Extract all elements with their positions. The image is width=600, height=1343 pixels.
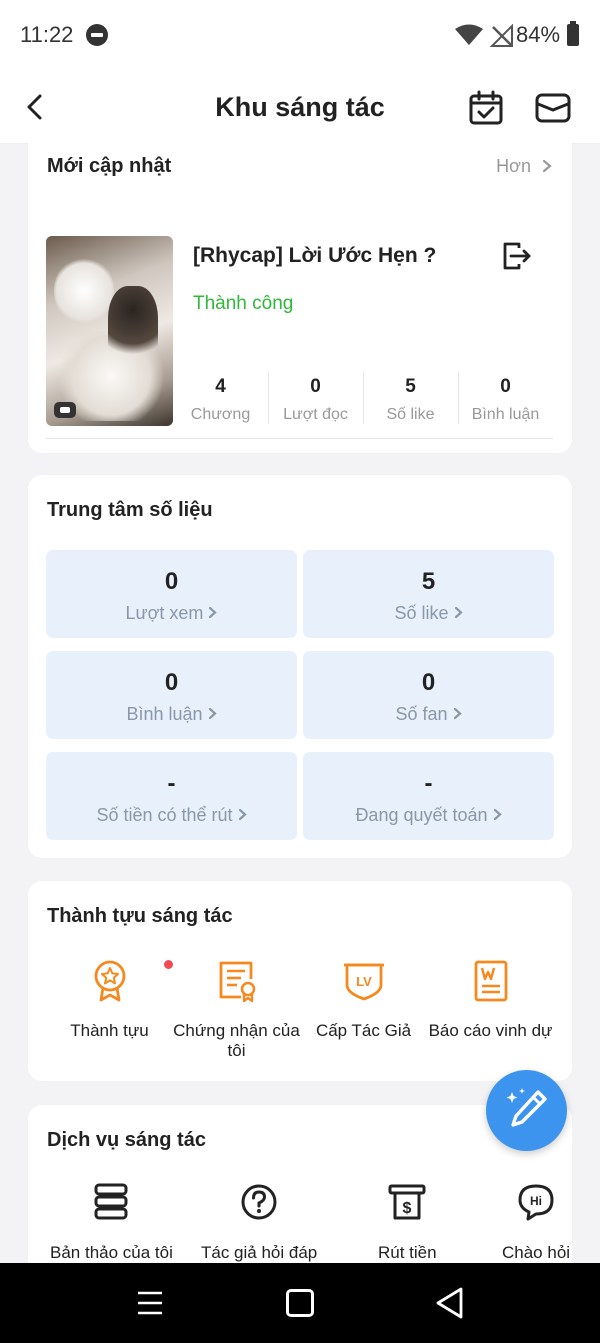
recent-updates-title: Mới cập nhật [47, 155, 172, 177]
chevron-right-icon [493, 808, 502, 821]
metric-value: - [167, 770, 176, 797]
no-signal-icon [490, 24, 513, 47]
divider [46, 438, 553, 439]
achievement-label: Cấp Tác Giả [315, 1021, 412, 1040]
exit-icon[interactable] [500, 240, 532, 272]
pen-sparkle-icon [506, 1088, 547, 1127]
more-link[interactable]: Hơn [496, 156, 552, 177]
service-label: Bản thảo của tôi [50, 1243, 173, 1262]
stat-chapters: 4 Chương [173, 370, 268, 428]
metric-label: Bình luận [126, 704, 203, 724]
mail-icon[interactable] [535, 92, 571, 124]
stat-value: 0 [310, 376, 321, 397]
chevron-right-icon [454, 606, 463, 619]
service-label: Chào hỏi [502, 1243, 571, 1262]
honor-report-icon [474, 960, 507, 1002]
chevron-right-icon [453, 707, 462, 720]
certificate-icon [219, 961, 255, 1003]
chevron-right-icon [238, 808, 247, 821]
compose-button[interactable] [486, 1070, 567, 1151]
achievement-item-level[interactable]: LV Cấp Tác Giả [300, 959, 427, 1041]
stat-reads: 0 Lượt đọc [268, 370, 363, 428]
service-label: Rút tiền [378, 1243, 437, 1262]
metric-value: 0 [164, 669, 179, 696]
system-nav-bar [0, 1263, 600, 1343]
do-not-disturb-icon [86, 24, 108, 46]
stat-label: Lượt đọc [283, 406, 348, 423]
service-item-withdraw[interactable]: $ Rút tiền [378, 1183, 437, 1263]
medal-icon [94, 960, 125, 1002]
stat-value: 4 [215, 376, 226, 397]
svg-text:LV: LV [356, 974, 372, 989]
metric-label: Số tiền có thể rút [96, 805, 233, 825]
metric-label: Số fan [395, 704, 448, 724]
chevron-right-icon [209, 606, 218, 619]
comment-badge-icon [54, 402, 76, 418]
battery-percent: 84% [516, 22, 561, 47]
book-cover[interactable] [46, 236, 173, 426]
stat-label: Bình luận [471, 406, 540, 423]
achievements-card: Thành tựu sáng tác Thành tựu Chứng nhận … [28, 881, 572, 1081]
page-title: Khu sáng tác [215, 92, 385, 122]
stat-label: Số like [386, 406, 435, 423]
home-icon[interactable] [286, 1289, 314, 1317]
metric-comments[interactable]: 0 Bình luận [46, 651, 297, 739]
notification-dot [164, 960, 173, 969]
metric-settling[interactable]: - Đang quyết toán [303, 752, 554, 840]
wifi-icon [455, 24, 483, 45]
question-icon [241, 1184, 277, 1220]
stat-value: 0 [500, 376, 511, 397]
stat-label: Chương [190, 406, 251, 423]
more-label: Hơn [496, 156, 531, 176]
metric-value: 0 [164, 568, 179, 595]
achievement-label: Báo cáo vinh dự [428, 1021, 553, 1040]
metric-label: Số like [394, 603, 449, 623]
metric-withdrawable[interactable]: - Số tiền có thể rút [46, 752, 297, 840]
status-bar: 11:22 84% [0, 0, 600, 70]
service-item-drafts[interactable]: Bản thảo của tôi [50, 1183, 173, 1263]
data-center-title: Trung tâm số liệu [47, 499, 213, 521]
svg-text:$: $ [403, 1200, 412, 1217]
achievements-title: Thành tựu sáng tác [47, 905, 233, 927]
drafts-icon [94, 1183, 128, 1220]
metric-likes[interactable]: 5 Số like [303, 550, 554, 638]
metric-label: Đang quyết toán [355, 805, 488, 825]
stat-likes: 5 Số like [363, 370, 458, 428]
metric-value: 0 [421, 669, 436, 696]
service-item-faq[interactable]: Tác giả hỏi đáp [201, 1183, 317, 1263]
metric-views[interactable]: 0 Lượt xem [46, 550, 297, 638]
recent-updates-card: Mới cập nhật Hơn [Rhycap] Lời Ước Hẹn ? … [28, 130, 572, 453]
achievement-item-medal[interactable]: Thành tựu [46, 959, 173, 1041]
stat-value: 5 [405, 376, 416, 397]
metric-fans[interactable]: 0 Số fan [303, 651, 554, 739]
withdraw-icon: $ [388, 1184, 426, 1220]
service-label: Tác giả hỏi đáp [201, 1243, 318, 1262]
achievement-item-honor-report[interactable]: Báo cáo vinh dự [427, 959, 554, 1041]
achievement-item-certificate[interactable]: Chứng nhận của tôi [173, 959, 300, 1061]
metric-value: 5 [421, 568, 436, 595]
level-badge-icon: LV [343, 963, 384, 1001]
calendar-check-icon[interactable] [468, 90, 504, 126]
battery-icon [567, 21, 579, 46]
achievement-label: Thành tựu [70, 1021, 149, 1040]
book-title[interactable]: [Rhycap] Lời Ước Hẹn ? [193, 244, 436, 268]
book-stats: 4 Chương 0 Lượt đọc 5 Số like 0 Bình luậ… [173, 370, 553, 428]
chevron-right-icon [208, 707, 217, 720]
data-center-card: Trung tâm số liệu 0 Lượt xem 5 Số like 0… [28, 475, 572, 858]
book-status: Thành công [193, 293, 294, 314]
services-title: Dịch vụ sáng tác [47, 1129, 206, 1151]
achievement-label: Chứng nhận của tôi [173, 1021, 300, 1060]
system-back-icon[interactable] [434, 1286, 466, 1320]
recent-apps-icon[interactable] [137, 1290, 163, 1316]
stat-comments: 0 Bình luận [458, 370, 553, 428]
greeting-icon: Hi [518, 1184, 554, 1221]
status-time: 11:22 [20, 22, 74, 47]
svg-text:Hi: Hi [530, 1194, 542, 1208]
metric-label: Lượt xem [125, 603, 204, 623]
metric-value: - [424, 770, 433, 797]
chevron-right-icon [542, 159, 552, 173]
service-item-greeting[interactable]: Hi Chào hỏi [502, 1183, 570, 1263]
